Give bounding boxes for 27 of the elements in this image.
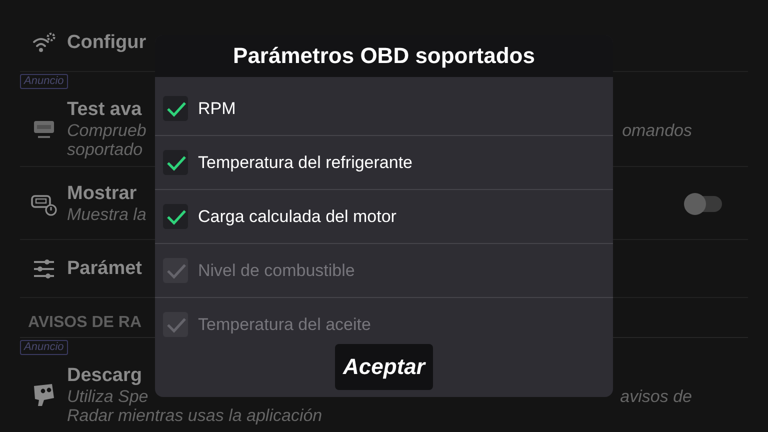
- toggle-switch[interactable]: [686, 196, 722, 212]
- setting-description: soportado: [67, 140, 143, 159]
- parameter-item[interactable]: Carga calculada del motor: [155, 190, 613, 244]
- setting-description: Muestra la: [67, 205, 146, 224]
- setting-description: Radar mientras usas la aplicación: [67, 406, 322, 425]
- checkbox[interactable]: [163, 204, 188, 229]
- setting-title: Test ava: [67, 99, 142, 121]
- ad-label: Anuncio: [20, 74, 68, 89]
- checkbox[interactable]: [163, 150, 188, 175]
- setting-title: Mostrar: [67, 183, 137, 205]
- checkbox[interactable]: [163, 96, 188, 121]
- section-header: AVISOS DE RA: [28, 314, 142, 331]
- setting-description: omandos: [622, 121, 692, 140]
- parameter-item[interactable]: RPM: [155, 82, 613, 136]
- setting-description: avisos de: [620, 387, 692, 406]
- wifi-gear-icon: [32, 32, 56, 54]
- parameter-item[interactable]: Temperatura del refrigerante: [155, 136, 613, 190]
- setting-title: Configur: [67, 32, 146, 54]
- ad-label: Anuncio: [20, 340, 68, 355]
- dialog-title: Parámetros OBD soportados: [233, 43, 535, 69]
- setting-description: Utiliza Spe: [67, 387, 148, 406]
- accept-button[interactable]: Aceptar: [335, 344, 433, 390]
- robot-icon: [32, 382, 56, 408]
- sliders-icon: [32, 258, 54, 278]
- setting-title: Descarg: [67, 365, 142, 387]
- setting-description: Comprueb: [67, 121, 146, 140]
- setting-title: Parámet: [67, 258, 142, 280]
